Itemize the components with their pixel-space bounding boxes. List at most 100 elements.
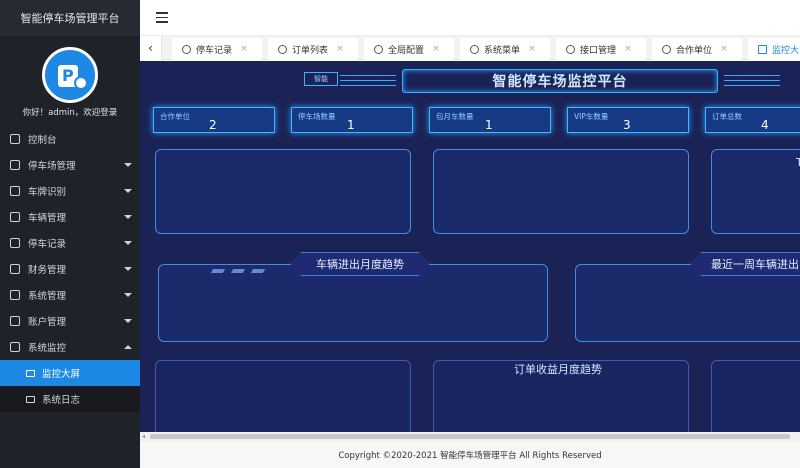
sidebar-item-label: 系统监控 bbox=[28, 343, 67, 354]
coin-icon bbox=[74, 76, 88, 90]
sidebar-item-label: 车牌识别 bbox=[28, 187, 67, 198]
menu-icon bbox=[470, 44, 479, 54]
tab-global-config[interactable]: 全局配置 × bbox=[364, 38, 454, 60]
sidebar-item-monitor[interactable]: 系统监控 bbox=[0, 334, 140, 360]
chevron-down-icon bbox=[124, 241, 132, 245]
panel-title: T bbox=[796, 156, 800, 169]
chat-icon bbox=[278, 44, 287, 54]
send-icon bbox=[10, 212, 20, 222]
scroll-left-icon[interactable]: ◂ bbox=[142, 433, 145, 440]
footer: Copyright ©2020-2021 智能停车场管理平台 All Right… bbox=[140, 441, 800, 468]
panel-bottom-right bbox=[711, 360, 800, 432]
sidebar-item-parking-lot[interactable]: 停车场管理 bbox=[0, 152, 140, 178]
sidebar-item-account[interactable]: 账户管理 bbox=[0, 308, 140, 334]
camera-icon bbox=[10, 342, 20, 352]
tab-bar: ‹ 停车记录 × 订单列表 × 全局配置 × 系统菜单 × 接口管理 × 合作单… bbox=[140, 36, 800, 60]
config-icon bbox=[374, 44, 383, 54]
welcome-text: 你好！admin，欢迎登录 bbox=[22, 108, 118, 118]
tab-order-list[interactable]: 订单列表 × bbox=[268, 38, 358, 60]
user-icon bbox=[10, 316, 20, 326]
api-icon bbox=[566, 44, 575, 54]
decor-line bbox=[724, 75, 780, 76]
screen-icon bbox=[758, 44, 767, 54]
stat-monthly-cars: 包月车数量 1 bbox=[429, 107, 551, 133]
sidebar-item-dashboard[interactable]: 控制台 bbox=[0, 126, 140, 152]
close-icon[interactable]: × bbox=[336, 44, 344, 54]
sidebar-menu: 控制台 停车场管理 车牌识别 车辆管理 停车记录 财务管理 系统管理 账户管理 … bbox=[0, 126, 140, 412]
avatar[interactable] bbox=[42, 47, 98, 103]
decor-line bbox=[340, 85, 396, 86]
document-icon bbox=[10, 238, 20, 248]
close-icon[interactable]: × bbox=[528, 44, 536, 54]
stat-label: 合作单位 bbox=[160, 112, 190, 121]
horizontal-scrollbar[interactable]: ◂ bbox=[140, 432, 800, 441]
tab-label: 全局配置 bbox=[388, 45, 425, 56]
chevron-down-icon bbox=[124, 267, 132, 271]
dashboard-title: 智能停车场监控平台 bbox=[402, 69, 718, 93]
close-icon[interactable]: × bbox=[624, 44, 632, 54]
panel-title-weekly-vehicle: 最近一周车辆进出 bbox=[690, 252, 800, 276]
sidebar-item-finance[interactable]: 财务管理 bbox=[0, 256, 140, 282]
layers-icon bbox=[10, 290, 20, 300]
camera-icon bbox=[10, 186, 20, 196]
decor-line bbox=[724, 80, 780, 81]
top-header bbox=[140, 0, 800, 36]
close-icon[interactable]: × bbox=[240, 44, 248, 54]
finance-icon bbox=[10, 264, 20, 274]
sidebar-item-parking-record[interactable]: 停车记录 bbox=[0, 230, 140, 256]
tab-monitor-screen[interactable]: 监控大 bbox=[748, 38, 800, 60]
screen-icon bbox=[26, 369, 35, 377]
stat-value: 2 bbox=[209, 118, 217, 132]
stat-label: 订单总数 bbox=[712, 112, 742, 121]
close-icon[interactable]: × bbox=[720, 44, 728, 54]
tab-scroll-left-button[interactable]: ‹ bbox=[140, 36, 162, 60]
tab-label: 系统菜单 bbox=[484, 45, 521, 56]
stat-vip-cars: VIP车数量 3 bbox=[567, 107, 689, 133]
decor-chevron bbox=[250, 269, 266, 273]
sidebar: 智能停车场管理平台 你好！admin，欢迎登录 控制台 停车场管理 车牌识别 车… bbox=[0, 0, 140, 468]
decor-line bbox=[340, 80, 396, 81]
stat-value: 3 bbox=[623, 118, 631, 132]
stat-label: 包月车数量 bbox=[436, 112, 474, 121]
sidebar-subitem-label: 系统日志 bbox=[42, 395, 81, 406]
location-icon bbox=[182, 44, 191, 54]
tab-label: 停车记录 bbox=[196, 45, 233, 56]
tab-api-management[interactable]: 接口管理 × bbox=[556, 38, 646, 60]
decor-line bbox=[724, 85, 780, 86]
tab-label: 订单列表 bbox=[292, 45, 329, 56]
monitor-dashboard: 智能 智能停车场监控平台 合作单位 2 停车场数量 1 包月车数量 1 VIP车… bbox=[140, 61, 800, 432]
sidebar-item-system[interactable]: 系统管理 bbox=[0, 282, 140, 308]
decor-chevron bbox=[210, 269, 226, 273]
sidebar-item-label: 账户管理 bbox=[28, 317, 67, 328]
stat-orders: 订单总数 4 bbox=[705, 107, 800, 133]
stat-label: 停车场数量 bbox=[298, 112, 336, 121]
sidebar-item-label: 车辆管理 bbox=[28, 213, 67, 224]
sidebar-item-vehicle[interactable]: 车辆管理 bbox=[0, 204, 140, 230]
sidebar-subitem-label: 监控大屏 bbox=[42, 369, 81, 380]
panel-top-right: T bbox=[711, 149, 800, 234]
tab-label: 监控大 bbox=[772, 45, 800, 56]
chevron-down-icon bbox=[124, 215, 132, 219]
sidebar-subitem-monitor-screen[interactable]: 监控大屏 bbox=[0, 360, 140, 386]
tab-label: 合作单位 bbox=[676, 45, 713, 56]
scrollbar-thumb[interactable] bbox=[150, 434, 790, 439]
close-icon[interactable]: × bbox=[432, 44, 440, 54]
stat-value: 1 bbox=[485, 118, 493, 132]
panel-top-left bbox=[155, 149, 411, 234]
decor-chevron bbox=[230, 269, 246, 273]
menu-toggle-icon[interactable] bbox=[156, 12, 168, 24]
sidebar-subitem-system-log[interactable]: 系统日志 bbox=[0, 386, 140, 412]
sidebar-item-plate-recognition[interactable]: 车牌识别 bbox=[0, 178, 140, 204]
tab-parking-record[interactable]: 停车记录 × bbox=[172, 38, 262, 60]
panel-order-revenue: 订单收益月度趋势 bbox=[433, 360, 689, 432]
panel-bottom-left bbox=[155, 360, 411, 432]
stat-value: 4 bbox=[761, 118, 769, 132]
panel-top-middle bbox=[433, 149, 689, 234]
decor-line bbox=[340, 75, 396, 76]
sidebar-item-label: 财务管理 bbox=[28, 265, 67, 276]
diamond-icon bbox=[10, 160, 20, 170]
stat-value: 1 bbox=[347, 118, 355, 132]
tab-system-menu[interactable]: 系统菜单 × bbox=[460, 38, 550, 60]
tab-partner[interactable]: 合作单位 × bbox=[652, 38, 742, 60]
chevron-down-icon bbox=[124, 319, 132, 323]
